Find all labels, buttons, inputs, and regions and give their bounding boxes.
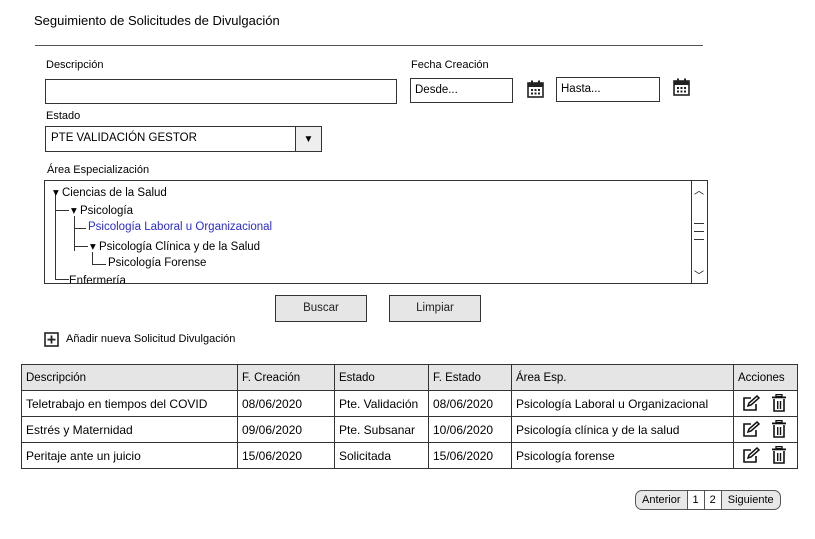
- cell-fcreacion: 09/06/2020: [237, 416, 335, 443]
- tree-item-label: Psicología Forense: [108, 257, 207, 269]
- trash-icon[interactable]: [771, 393, 787, 415]
- tree-item-psicologia-laboral[interactable]: Psicología Laboral u Organizacional: [88, 221, 272, 233]
- cell-area: Psicología Laboral u Organizacional: [511, 390, 734, 417]
- pager-next-button[interactable]: Siguiente: [722, 491, 780, 509]
- pager-prev-button[interactable]: Anterior: [636, 491, 688, 509]
- cell-fcreacion: 08/06/2020: [237, 390, 335, 417]
- col-header-estado[interactable]: Estado: [334, 364, 429, 391]
- col-header-festado[interactable]: F. Estado: [428, 364, 512, 391]
- tree-item-label: Ciencias de la Salud: [61, 187, 167, 199]
- cell-estado: Pte. Subsanar: [334, 416, 429, 443]
- edit-icon[interactable]: [742, 446, 761, 467]
- trash-icon[interactable]: [771, 419, 787, 441]
- area-tree[interactable]: ▾ Ciencias de la Salud ▾ Psicología Psic…: [44, 180, 708, 284]
- calendar-icon[interactable]: [673, 78, 690, 101]
- col-header-descripcion[interactable]: Descripción: [21, 364, 238, 391]
- descripcion-label: Descripción: [46, 59, 104, 71]
- estado-label: Estado: [46, 110, 81, 122]
- tree-scrollbar[interactable]: ︿ ﹀: [691, 181, 707, 283]
- col-header-acciones: Acciones: [733, 364, 798, 391]
- trash-icon[interactable]: [771, 445, 787, 467]
- tree-item-enfermeria[interactable]: Enfermería: [69, 275, 126, 284]
- cell-descripcion: Estrés y Maternidad: [21, 416, 238, 443]
- chevron-down-icon[interactable]: ﹀: [694, 267, 704, 282]
- col-header-fcreacion[interactable]: F. Creación: [237, 364, 335, 391]
- add-solicitud-link[interactable]: Añadir nueva Solicitud Divulgación: [66, 333, 235, 345]
- descripcion-input[interactable]: [45, 79, 397, 104]
- cell-festado: 15/06/2020: [428, 442, 512, 469]
- edit-icon[interactable]: [742, 394, 761, 415]
- edit-icon[interactable]: [742, 420, 761, 441]
- pagination: Anterior 1 2 Siguiente: [635, 490, 781, 510]
- cell-festado: 08/06/2020: [428, 390, 512, 417]
- desde-input[interactable]: Desde...: [410, 78, 513, 103]
- tree-item-label: Psicología Clínica y de la Salud: [98, 241, 261, 253]
- page-title: Seguimiento de Solicitudes de Divulgació…: [34, 13, 280, 28]
- cell-acciones: [733, 416, 798, 443]
- tree-item-psicologia-forense[interactable]: Psicología Forense: [108, 257, 206, 269]
- limpiar-button[interactable]: Limpiar: [389, 295, 481, 322]
- triangle-down-icon[interactable]: ▼: [295, 127, 321, 151]
- tree-item-label: Enfermería: [69, 275, 126, 284]
- table-header-row: Descripción F. Creación Estado F. Estado…: [21, 364, 798, 391]
- cell-descripcion: Peritaje ante un juicio: [21, 442, 238, 469]
- plus-box-icon[interactable]: [44, 332, 59, 352]
- cell-area: Psicología forense: [511, 442, 734, 469]
- cell-descripcion: Teletrabajo en tiempos del COVID: [21, 390, 238, 417]
- cell-acciones: [733, 390, 798, 417]
- tree-item-label: Psicología Laboral u Organizacional: [88, 221, 273, 233]
- tree-item-label: Psicología: [79, 205, 134, 217]
- cell-festado: 10/06/2020: [428, 416, 512, 443]
- cell-estado: Pte. Validación: [334, 390, 429, 417]
- fecha-creacion-label: Fecha Creación: [411, 59, 489, 71]
- pager-page-2[interactable]: 2: [704, 491, 722, 509]
- area-label: Área Especialización: [47, 164, 150, 176]
- tree-item-psicologia[interactable]: ▾ Psicología: [71, 203, 133, 217]
- calendar-icon[interactable]: [527, 80, 544, 103]
- col-header-area[interactable]: Área Esp.: [511, 364, 734, 391]
- estado-select[interactable]: PTE VALIDACIÓN GESTOR ▼: [45, 126, 322, 152]
- hasta-input[interactable]: Hasta...: [556, 77, 660, 102]
- table-row[interactable]: Peritaje ante un juicio 15/06/2020 Solic…: [21, 442, 798, 469]
- title-divider: [35, 45, 703, 46]
- solicitudes-table: Descripción F. Creación Estado F. Estado…: [21, 364, 798, 469]
- cell-fcreacion: 15/06/2020: [237, 442, 335, 469]
- tree-item-psicologia-clinica[interactable]: ▾ Psicología Clínica y de la Salud: [90, 239, 260, 253]
- table-row[interactable]: Estrés y Maternidad 09/06/2020 Pte. Subs…: [21, 416, 798, 443]
- cell-estado: Solicitada: [334, 442, 429, 469]
- cell-area: Psicología clínica y de la salud: [511, 416, 734, 443]
- cell-acciones: [733, 442, 798, 469]
- chevron-up-icon[interactable]: ︿: [694, 182, 704, 197]
- estado-select-value: PTE VALIDACIÓN GESTOR: [51, 132, 197, 144]
- tree-item-ciencias[interactable]: ▾ Ciencias de la Salud: [53, 185, 167, 199]
- buscar-button[interactable]: Buscar: [275, 295, 367, 322]
- table-row[interactable]: Teletrabajo en tiempos del COVID 08/06/2…: [21, 390, 798, 417]
- pager-page-1[interactable]: 1: [687, 491, 705, 509]
